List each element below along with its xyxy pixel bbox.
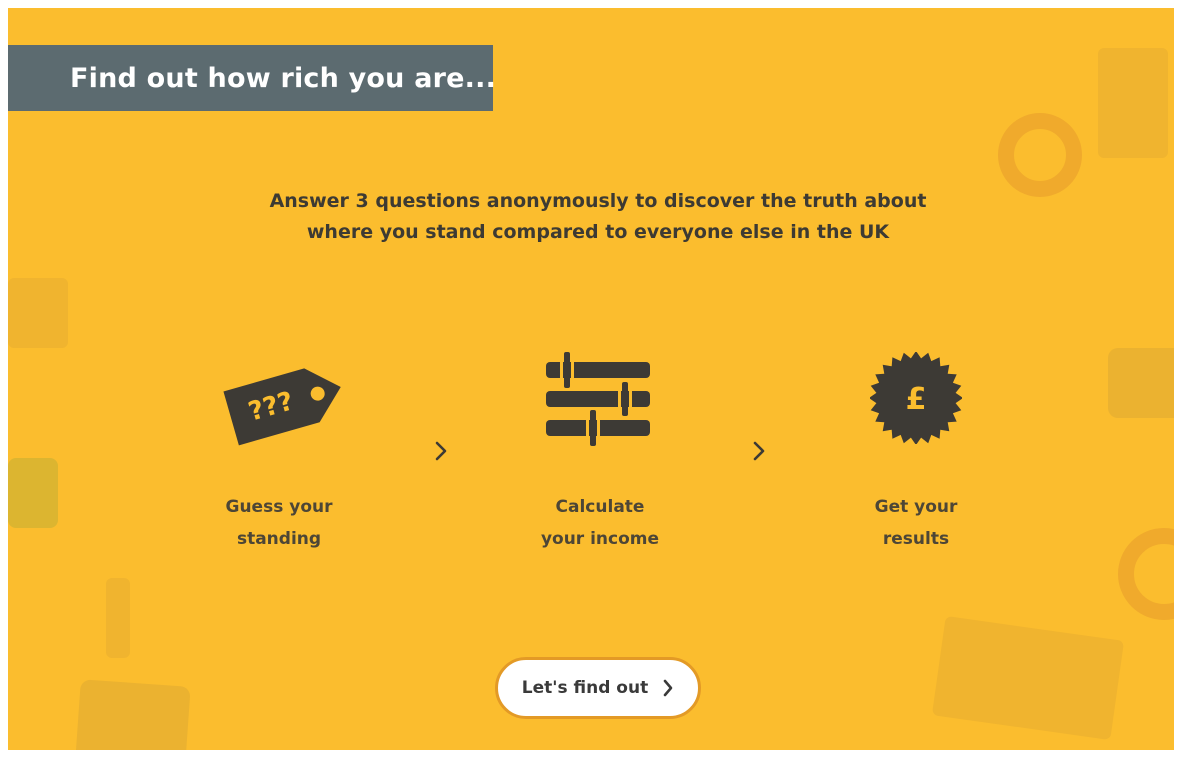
step-label-line: standing	[236, 529, 322, 549]
title-banner: Find out how rich you are...	[8, 45, 497, 111]
intro-text: Answer 3 questions anonymously to discov…	[208, 186, 988, 248]
step-label-guess: Guess your standing	[179, 491, 379, 555]
background-piggybank-decoration	[1118, 528, 1174, 620]
background-card-decoration	[1108, 348, 1174, 418]
main-panel: Find out how rich you are... Answer 3 qu…	[8, 8, 1174, 750]
background-bill-decoration	[1098, 48, 1168, 158]
chevron-right-icon	[663, 679, 673, 697]
background-meter-decoration	[106, 578, 130, 658]
background-plant-decoration	[8, 458, 58, 528]
background-bill-decoration	[931, 615, 1125, 741]
background-card-decoration	[75, 679, 191, 750]
step-label-line: Calculate	[555, 497, 645, 517]
sliders-icon	[546, 352, 650, 446]
pound-symbol: £	[906, 382, 927, 417]
background-bill-decoration	[8, 278, 68, 348]
intro-line-1: Answer 3 questions anonymously to discov…	[269, 190, 927, 212]
pound-badge-icon: £	[870, 352, 962, 444]
step-label-line: Guess your	[225, 497, 333, 517]
lets-find-out-button[interactable]: Let's find out	[495, 657, 701, 719]
step-label-line: your income	[540, 529, 660, 549]
intro-line-2: where you stand compared to everyone els…	[306, 221, 890, 243]
step-label-line: Get your	[874, 497, 958, 517]
background-coin-decoration	[998, 113, 1082, 197]
price-tag-icon: ???	[223, 368, 341, 446]
step-label-results: Get your results	[816, 491, 1016, 555]
step-label-calculate: Calculate your income	[500, 491, 700, 555]
page-title: Find out how rich you are...	[70, 62, 497, 94]
cta-label: Let's find out	[521, 678, 649, 698]
chevron-right-icon	[435, 441, 447, 461]
chevron-right-icon	[753, 441, 765, 461]
step-label-line: results	[882, 529, 950, 549]
